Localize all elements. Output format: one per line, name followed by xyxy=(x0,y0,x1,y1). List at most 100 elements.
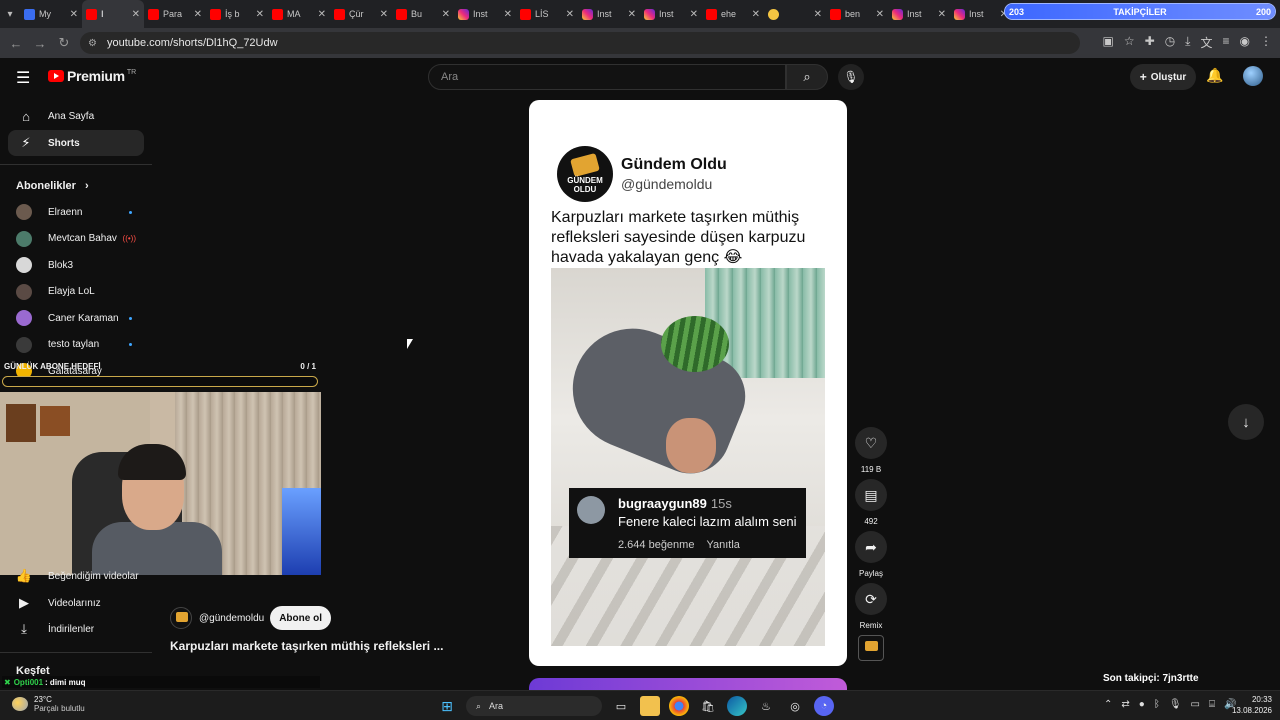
tray-chevron-up-icon[interactable]: ⌃ xyxy=(1104,699,1112,710)
task-view-icon[interactable]: ▭ xyxy=(611,696,631,716)
browser-tab[interactable]: Inst✕ xyxy=(950,0,1012,28)
browser-tab[interactable]: I ✕ xyxy=(82,0,144,28)
channel-avatar[interactable] xyxy=(170,607,192,629)
comment-action[interactable]: ▤ 492 xyxy=(855,479,887,526)
close-tab-icon[interactable]: ✕ xyxy=(318,9,326,20)
shorts-player[interactable]: GÜNDEM OLDU Gündem Oldu @gündemoldu Karp… xyxy=(529,100,847,666)
close-tab-icon[interactable]: ✕ xyxy=(70,9,78,20)
profile-icon[interactable]: ◉ xyxy=(1240,34,1250,51)
sidebar-subscription[interactable]: Caner Karaman xyxy=(8,306,144,330)
close-tab-icon[interactable]: ✕ xyxy=(194,9,202,20)
close-tab-icon[interactable]: ✕ xyxy=(442,9,450,20)
browser-tab[interactable]: My ✕ xyxy=(20,0,82,28)
sidebar-subscription[interactable]: Elayja LoL xyxy=(8,280,144,304)
browser-tab[interactable]: Para ✕ xyxy=(144,0,206,28)
close-tab-icon[interactable]: ✕ xyxy=(752,9,760,20)
close-tab-icon[interactable]: ✕ xyxy=(566,9,574,20)
subscribe-button[interactable]: Abone ol xyxy=(270,606,331,630)
browser-tab[interactable]: Bu ✕ xyxy=(392,0,454,28)
next-short-button[interactable]: ↓ xyxy=(1228,404,1264,440)
youtube-logo[interactable]: Premium TR xyxy=(48,68,136,84)
search-input[interactable]: Ara xyxy=(428,64,786,90)
close-tab-icon[interactable]: ✕ xyxy=(256,9,264,20)
tray-app-icon[interactable]: ● xyxy=(1139,699,1145,710)
more-icon[interactable]: ⋮ xyxy=(1260,34,1272,51)
taskbar-clock[interactable]: 20:33 13.08.2026 xyxy=(1224,694,1272,716)
browser-tab[interactable]: ben ✕ xyxy=(826,0,888,28)
extensions-icon[interactable]: ✚ xyxy=(1145,34,1155,51)
like-action[interactable]: ♡ 119 B xyxy=(855,427,887,474)
create-button[interactable]: + Oluştur xyxy=(1130,64,1196,90)
steam-icon[interactable]: ♨ xyxy=(756,696,776,716)
close-tab-icon[interactable]: ✕ xyxy=(132,9,140,20)
browser-tab[interactable]: Çür ✕ xyxy=(330,0,392,28)
sidebar-item-your-videos[interactable]: ▶ Videolarınız xyxy=(8,590,144,616)
sidebar-item-home[interactable]: ⌂ Ana Sayfa xyxy=(8,103,144,129)
tray-bluetooth-icon[interactable]: ᛒ xyxy=(1154,699,1160,710)
voice-search-button[interactable]: 🎙 xyxy=(838,64,864,90)
translate-icon[interactable]: 文 xyxy=(1200,34,1212,51)
back-icon[interactable]: ← xyxy=(4,36,28,51)
sidebar-item-liked-videos[interactable]: 👍 Beğendiğim videolar xyxy=(8,563,144,589)
address-bar[interactable]: ⚙ youtube.com/shorts/Dl1hQ_72Udw xyxy=(80,32,1080,54)
close-tab-icon[interactable]: ✕ xyxy=(380,9,388,20)
close-tab-icon[interactable]: ✕ xyxy=(814,9,822,20)
reload-icon[interactable]: ↻ xyxy=(52,35,76,51)
browser-tab[interactable]: LİS ✕ xyxy=(516,0,578,28)
subscriptions-heading[interactable]: Abonelikler › xyxy=(16,180,89,192)
windows-start-icon[interactable]: ⊞ xyxy=(437,696,457,716)
subscription-name: Elayja LoL xyxy=(48,286,95,297)
close-tab-icon[interactable]: ✕ xyxy=(504,9,512,20)
sidebar-item-shorts[interactable]: ⚡ Shorts xyxy=(8,130,144,156)
tab-manager-icon[interactable]: ≡ xyxy=(1223,34,1230,51)
account-avatar[interactable] xyxy=(1243,66,1263,86)
browser-tab[interactable]: İş b ✕ xyxy=(206,0,268,28)
tray-mic-icon[interactable]: 🎙 xyxy=(1169,699,1182,710)
browser-tab[interactable]: Inst✕ xyxy=(640,0,702,28)
youtube-icon xyxy=(830,8,841,20)
next-short-preview[interactable] xyxy=(529,678,847,690)
browser-tab[interactable]: Inst✕ xyxy=(578,0,640,28)
sidebar-subscription[interactable]: Blok3 xyxy=(8,253,144,277)
weather-widget[interactable]: 23°C Parçalı bulutlu xyxy=(12,695,85,713)
close-tab-icon[interactable]: ✕ xyxy=(690,9,698,20)
close-tab-icon[interactable]: ✕ xyxy=(876,9,884,20)
history-icon[interactable]: ◷ xyxy=(1165,34,1175,51)
browser-tab[interactable]: ✕ xyxy=(764,0,826,28)
chrome-icon[interactable] xyxy=(669,696,689,716)
taskbar-search[interactable]: ⌕ Ara xyxy=(466,696,602,716)
remix-action[interactable]: ⟳ Remix xyxy=(855,583,887,630)
discord-icon[interactable]: ◔ xyxy=(814,696,834,716)
sidebar-item-downloads[interactable]: ⤓ İndirilenler xyxy=(8,616,144,642)
menu-icon[interactable]: ☰ xyxy=(16,68,30,88)
search-button[interactable]: ⌕ xyxy=(786,64,828,90)
edge-icon[interactable] xyxy=(727,696,747,716)
browser-tab[interactable]: Inst✕ xyxy=(454,0,516,28)
download-icon[interactable]: ⤓ xyxy=(1185,34,1190,51)
notifications-bell-icon[interactable]: 🔔 xyxy=(1206,67,1223,84)
browser-tab[interactable]: MA ✕ xyxy=(268,0,330,28)
file-explorer-icon[interactable] xyxy=(640,696,660,716)
close-tab-icon[interactable]: ✕ xyxy=(628,9,636,20)
tray-network-icon[interactable]: ⌸ xyxy=(1209,699,1215,710)
channel-handle[interactable]: @gündemoldu xyxy=(199,613,264,624)
short-title[interactable]: Karpuzları markete taşırken müthiş refle… xyxy=(170,639,470,653)
obs-icon[interactable]: ◎ xyxy=(785,696,805,716)
browser-tab[interactable]: ehe ✕ xyxy=(702,0,764,28)
tab-search-chevron-icon[interactable]: ▾ xyxy=(0,0,20,28)
sidebar-subscription[interactable]: testo taylan xyxy=(8,333,144,357)
sidebar-subscription[interactable]: Elraenn xyxy=(8,200,144,224)
browser-tab[interactable]: Inst✕ xyxy=(888,0,950,28)
install-icon[interactable]: ▣ xyxy=(1103,34,1114,51)
close-tab-icon[interactable]: ✕ xyxy=(938,9,946,20)
bookmark-star-icon[interactable]: ☆ xyxy=(1124,34,1135,51)
sidebar-subscription[interactable]: Mevtcan Bahav ((•)) xyxy=(8,227,144,251)
site-info-icon[interactable]: ⚙ xyxy=(88,38,97,49)
share-action[interactable]: ➦ Paylaş xyxy=(855,531,887,578)
tray-sync-icon[interactable]: ⇄ xyxy=(1121,699,1129,710)
forward-icon[interactable]: → xyxy=(28,36,52,51)
store-icon[interactable]: 🛍 xyxy=(698,696,718,716)
browser-tab-title: Inst xyxy=(969,9,984,19)
sound-channel-avatar[interactable] xyxy=(858,635,884,661)
tray-monitor-icon[interactable]: ▭ xyxy=(1191,699,1200,710)
